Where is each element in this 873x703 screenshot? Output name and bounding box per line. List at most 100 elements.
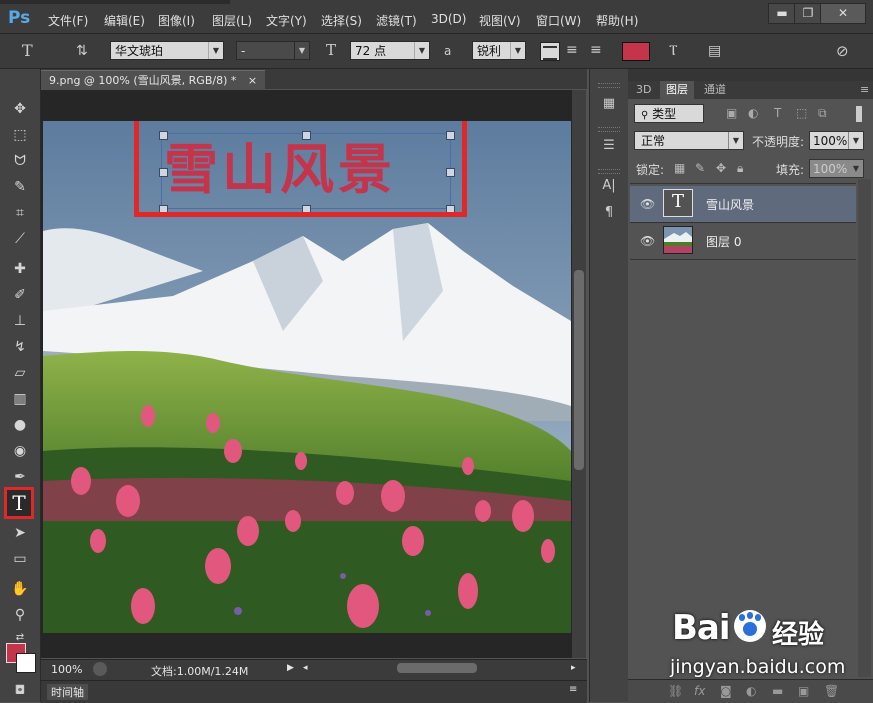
healing-brush-tool-icon[interactable]: ✚ [8,258,32,280]
menu-bar: Ps 文件(F) 编辑(E) 图像(I) 图层(L) 文字(Y) 选择(S) 滤… [0,0,873,34]
font-family-select[interactable]: 华文琥珀 ▼ [110,41,224,60]
visibility-eye-icon[interactable]: 👁︎ [640,234,655,248]
blend-mode-select[interactable]: 正常 ▼ [634,131,744,150]
filter-toggle[interactable] [856,106,862,122]
filter-type-icon[interactable]: T [774,106,781,120]
crop-tool-icon[interactable]: ⌗ [8,202,32,224]
menu-window[interactable]: 窗口(W) [536,12,581,29]
filter-adjustment-icon[interactable]: ◐ [748,106,758,120]
gradient-tool-icon[interactable]: ▥ [8,388,32,410]
menu-view[interactable]: 视图(V) [479,12,521,29]
lock-label: 锁定: [636,163,665,177]
fill-field[interactable]: 100% ▼ [809,159,864,178]
layer-name[interactable]: 图层 0 [706,233,741,250]
filter-smart-object-icon[interactable]: ⧉ [818,106,827,121]
font-size-select[interactable]: 72 点 ▼ [350,41,430,60]
chevron-down-icon: ▼ [414,42,429,59]
grip-handle[interactable] [598,83,620,88]
hand-tool-icon[interactable]: ✋ [8,578,32,600]
pen-tool-icon[interactable]: ✒ [8,466,32,488]
menu-3d[interactable]: 3D(D) [431,12,466,26]
warp-text-icon[interactable]: Ⲧ [669,43,678,59]
cancel-icon[interactable]: ⊘ [836,42,849,60]
type-tool-preset-icon[interactable]: T [22,41,33,60]
document-tab[interactable]: 9.png @ 100% (雪山风景, RGB/8) * × [41,70,266,90]
layer-row-image[interactable]: 👁︎ 图层 0 [630,223,856,260]
background-color-swatch[interactable] [16,653,36,673]
opacity-label: 不透明度: [752,135,805,149]
horizontal-scroll-thumb[interactable] [397,663,477,673]
font-style-select[interactable]: - ▼ [236,41,310,60]
vertical-scroll-thumb[interactable] [574,270,584,470]
menu-file[interactable]: 文件(F) [48,12,88,29]
grip-handle[interactable] [598,169,620,174]
lock-transparent-icon[interactable]: ▦ [674,161,685,175]
text-orientation-icon[interactable]: ⇅ [76,43,88,59]
dodge-tool-icon[interactable]: ◉ [8,440,32,462]
timeline-tab[interactable]: 时间轴 [47,684,88,700]
scroll-left-icon[interactable]: ◂ [303,663,308,673]
history-brush-tool-icon[interactable]: ↯ [8,336,32,358]
lock-position-icon[interactable]: ✥ [716,161,726,175]
quick-selection-tool-icon[interactable]: ✎ [8,176,32,198]
status-menu-icon[interactable] [93,662,107,676]
menu-layer[interactable]: 图层(L) [212,12,252,29]
clone-stamp-tool-icon[interactable]: ⊥ [8,310,32,332]
panel-menu-icon[interactable]: ≡ [569,684,577,695]
filter-shape-icon[interactable]: ⬚ [796,106,807,120]
text-color-swatch[interactable] [622,42,650,61]
minimize-button[interactable]: ▬ [768,3,796,24]
photoshop-logo: Ps [8,8,31,28]
marquee-tool-icon[interactable]: ⬚ [8,124,32,146]
tab-channels[interactable]: 通道 [698,81,732,99]
menu-image[interactable]: 图像(I) [158,12,195,29]
zoom-tool-icon[interactable]: ⚲ [8,604,32,626]
screen-mode-icon[interactable]: ◫ [6,682,34,698]
antialias-select[interactable]: 锐利 ▼ [472,41,526,60]
image-canvas[interactable]: 雪山风景 [43,121,571,633]
move-tool-icon[interactable]: ✥ [8,98,32,120]
visibility-eye-icon[interactable]: 👁︎ [640,197,655,211]
tab-3d[interactable]: 3D [630,81,657,99]
paragraph-panel-icon[interactable]: ¶ [597,202,621,224]
path-selection-tool-icon[interactable]: ➤ [8,522,32,544]
menu-select[interactable]: 选择(S) [321,12,362,29]
restore-button[interactable]: ❐ [794,3,822,24]
align-right-icon[interactable]: ≡ [590,42,602,58]
tab-layers[interactable]: 图层 [660,81,694,99]
menu-edit[interactable]: 编辑(E) [104,12,145,29]
grip-handle[interactable] [598,127,620,132]
menu-type[interactable]: 文字(Y) [266,12,307,29]
panel-menu-icon[interactable]: ≡ [854,81,873,99]
character-panel-icon[interactable]: ▤ [708,43,721,59]
blur-tool-icon[interactable]: ● [8,414,32,436]
swatches-panel-icon[interactable]: ▦ [597,93,621,115]
layer-row-text[interactable]: 👁︎ T 雪山风景 [630,186,856,223]
menu-help[interactable]: 帮助(H) [596,12,638,29]
paw-logo [734,610,766,642]
lock-all-icon[interactable]: 🔒︎ [737,161,743,176]
eyedropper-tool-icon[interactable]: ⟋ [8,228,32,250]
close-icon[interactable]: × [248,74,257,87]
scroll-right-icon[interactable]: ▸ [571,663,576,673]
align-left-button[interactable] [540,42,560,61]
rectangle-tool-icon[interactable]: ▭ [8,548,32,570]
close-button[interactable]: ✕ [820,3,866,24]
document-info: 文档:1.00M/1.24M [151,665,249,678]
layers-scrollbar[interactable] [858,179,871,677]
type-tool-icon[interactable]: T [4,487,34,519]
brush-tool-icon[interactable]: ✐ [8,284,32,306]
zoom-level[interactable]: 100% [51,663,82,676]
opacity-field[interactable]: 100% ▼ [809,131,864,150]
filter-pixel-icon[interactable]: ▣ [726,106,737,120]
lock-image-icon[interactable]: ✎ [695,161,705,175]
lasso-tool-icon[interactable]: ᗢ [8,150,32,172]
eraser-tool-icon[interactable]: ▱ [8,362,32,384]
history-panel-icon[interactable]: ☰ [597,135,621,157]
menu-filter[interactable]: 滤镜(T) [376,12,417,29]
play-icon[interactable]: ▶ [287,663,294,673]
layer-name[interactable]: 雪山风景 [706,196,754,213]
character-panel-icon[interactable]: A| [597,175,621,197]
align-center-icon[interactable]: ≡ [566,42,578,58]
layer-filter-select[interactable]: ⚲ 类型 [634,104,704,123]
